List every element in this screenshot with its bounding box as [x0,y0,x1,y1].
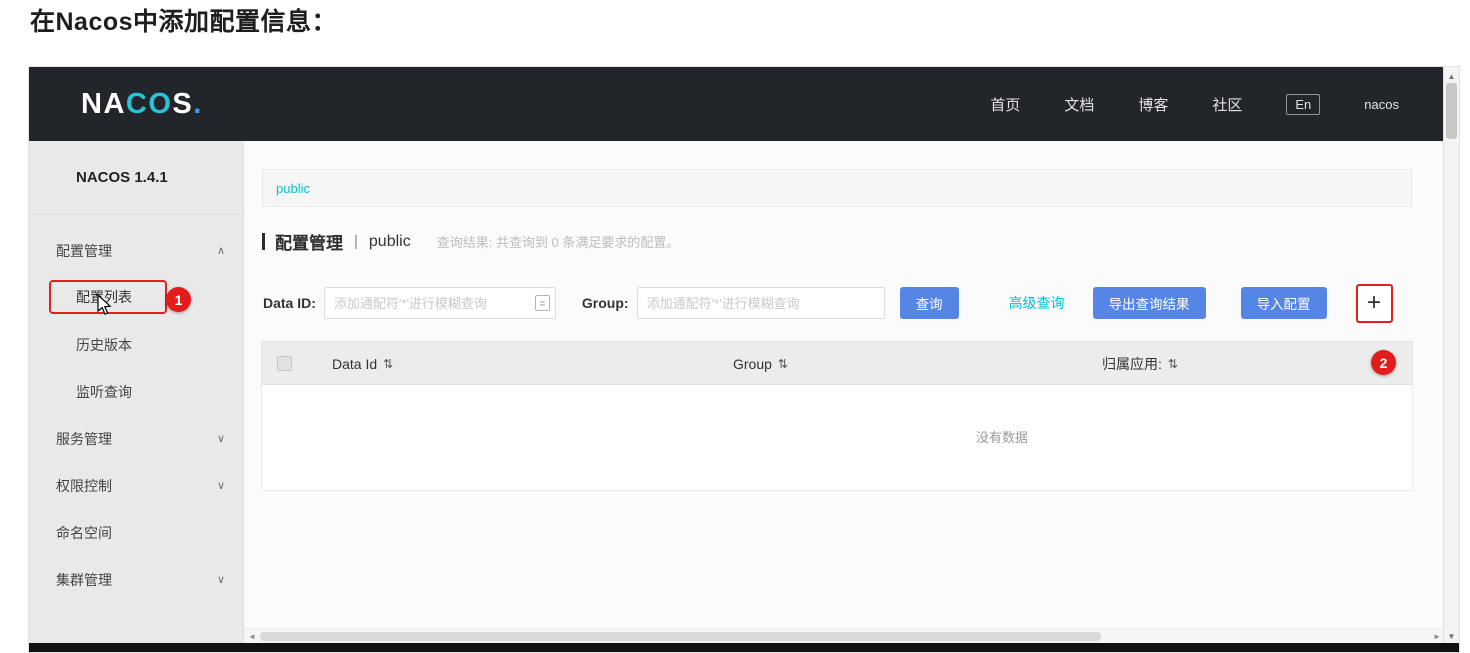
sidebar-item-label: 历史版本 [76,336,132,353]
section-title-namespace: public [368,232,411,250]
section-title: 配置管理 [275,234,343,253]
vertical-scrollbar[interactable]: ▲ ▼ [1443,67,1459,645]
advanced-query-link[interactable]: 高级查询 [1009,293,1065,313]
group-input[interactable] [636,287,885,319]
sidebar-item-history-versions[interactable]: 历史版本 [29,321,243,368]
title-accent-bar [262,233,265,250]
sidebar-item-permission-control[interactable]: 权限控制 ∨ [29,462,243,509]
table-header-row: Data Id ⇅ Group ⇅ 归属应用: ⇅ [261,341,1413,385]
import-config-button[interactable]: 导入配置 [1240,287,1327,319]
sidebar-item-config-list[interactable]: 配置列表 1 [29,274,243,321]
nacos-console-window: NACOS. 首页 文档 博客 社区 En nacos NACOS 1.4.1 … [28,66,1460,653]
caret-up-icon: ∧ [216,245,225,257]
language-toggle[interactable]: En [1286,93,1321,115]
vertical-scrollbar-thumb[interactable] [1446,83,1457,139]
sidebar-item-label: 命名空间 [56,524,112,541]
sidebar-item-label: 监听查询 [76,383,132,400]
nav-home[interactable]: 首页 [990,94,1020,115]
logo-text-accent: CO [125,87,173,120]
nav-docs[interactable]: 文档 [1064,94,1094,115]
column-label: 归属应用: [1102,356,1162,372]
column-header-group[interactable]: Group ⇅ [733,342,788,386]
page-header-row: 配置管理 | public 查询结果: 共查询到 0 条满足要求的配置。 [262,229,679,254]
sidebar-item-label: 权限控制 [56,477,112,494]
dataid-input[interactable] [323,287,556,319]
caret-down-icon: ∨ [216,574,225,586]
no-data-text: 没有数据 [975,430,1028,445]
sidebar-item-label: 服务管理 [56,430,112,447]
window-bottom-bar [29,643,1459,652]
nacos-logo[interactable]: NACOS. [81,88,203,121]
select-all-checkbox[interactable] [277,356,292,371]
sidebar-item-cluster-management[interactable]: 集群管理 ∨ [29,556,243,603]
namespace-bar: public [262,169,1412,207]
caret-down-icon: ∨ [216,480,225,492]
scroll-up-arrow-icon[interactable]: ▲ [1444,69,1459,83]
caret-down-icon: ∨ [216,433,225,445]
sidebar-item-service-management[interactable]: 服务管理 ∨ [29,415,243,462]
namespace-tab-public[interactable]: public [263,181,310,196]
logo-text: S [172,87,194,120]
nav-username[interactable]: nacos [1364,97,1399,112]
query-result-text: 查询结果: 共查询到 0 条满足要求的配置。 [436,235,680,250]
nav-community[interactable]: 社区 [1212,94,1242,115]
config-table: Data Id ⇅ Group ⇅ 归属应用: ⇅ 没有数据 [261,341,1413,491]
column-label: Data Id [332,356,378,372]
page-title: 在Nacos中添加配置信息： [30,8,338,36]
column-label: Group [733,356,772,372]
annotation-step-2: 2 [1371,350,1396,375]
search-button[interactable]: 查询 [899,287,959,319]
sidebar-item-namespace[interactable]: 命名空间 [29,509,243,556]
annotation-step-1: 1 [166,287,191,312]
horizontal-scrollbar[interactable]: ◄ ► [244,628,1445,643]
sort-icon[interactable]: ⇅ [778,357,788,371]
sidebar-item-label: 集群管理 [56,571,112,588]
title-separator: | [354,233,358,250]
scroll-right-arrow-icon[interactable]: ► [1430,629,1444,644]
group-label: Group: [581,295,629,311]
add-config-button[interactable]: + [1355,283,1393,323]
sort-icon[interactable]: ⇅ [383,357,393,371]
sort-icon[interactable]: ⇅ [1168,357,1178,371]
horizontal-scrollbar-thumb[interactable] [260,632,1101,641]
sidebar-item-listening-query[interactable]: 监听查询 [29,368,243,415]
header-bar: NACOS. 首页 文档 博客 社区 En nacos [29,67,1444,141]
mouse-cursor-icon [97,294,112,316]
scroll-down-arrow-icon[interactable]: ▼ [1444,629,1459,643]
sidebar-version-label: NACOS 1.4.1 [29,141,243,215]
logo-text: NA [81,87,126,120]
sidebar-item-label: 配置管理 [56,242,112,259]
dataid-input-wrap: ≣ [323,287,556,319]
export-query-results-button[interactable]: 导出查询结果 [1092,287,1206,319]
scroll-left-arrow-icon[interactable]: ◄ [245,629,259,644]
sidebar: NACOS 1.4.1 配置管理 ∧ 配置列表 1 历史版本 监听查询 服务管理… [29,141,244,645]
logo-dot: . [193,87,203,120]
nav-blog[interactable]: 博客 [1138,94,1168,115]
table-empty-body: 没有数据 [261,385,1413,491]
top-navigation: 首页 文档 博客 社区 En nacos [990,93,1399,115]
column-header-dataid[interactable]: Data Id ⇅ [332,342,393,386]
sidebar-item-config-management[interactable]: 配置管理 ∧ [29,227,243,274]
sidebar-menu: 配置管理 ∧ 配置列表 1 历史版本 监听查询 服务管理 ∨ 权限控制 ∨ 命名… [29,215,243,603]
search-form: Data ID: ≣ Group: 查询 高级查询 导出查询结果 导入配置 + [263,283,1393,323]
dataid-label: Data ID: [263,295,316,311]
column-header-application[interactable]: 归属应用: ⇅ [1102,342,1178,386]
fuzzy-query-icon[interactable]: ≣ [534,295,550,311]
page: 在Nacos中添加配置信息： NACOS. 首页 文档 博客 社区 En nac… [0,0,1470,653]
main-content: public 配置管理 | public 查询结果: 共查询到 0 条满足要求的… [244,141,1445,645]
